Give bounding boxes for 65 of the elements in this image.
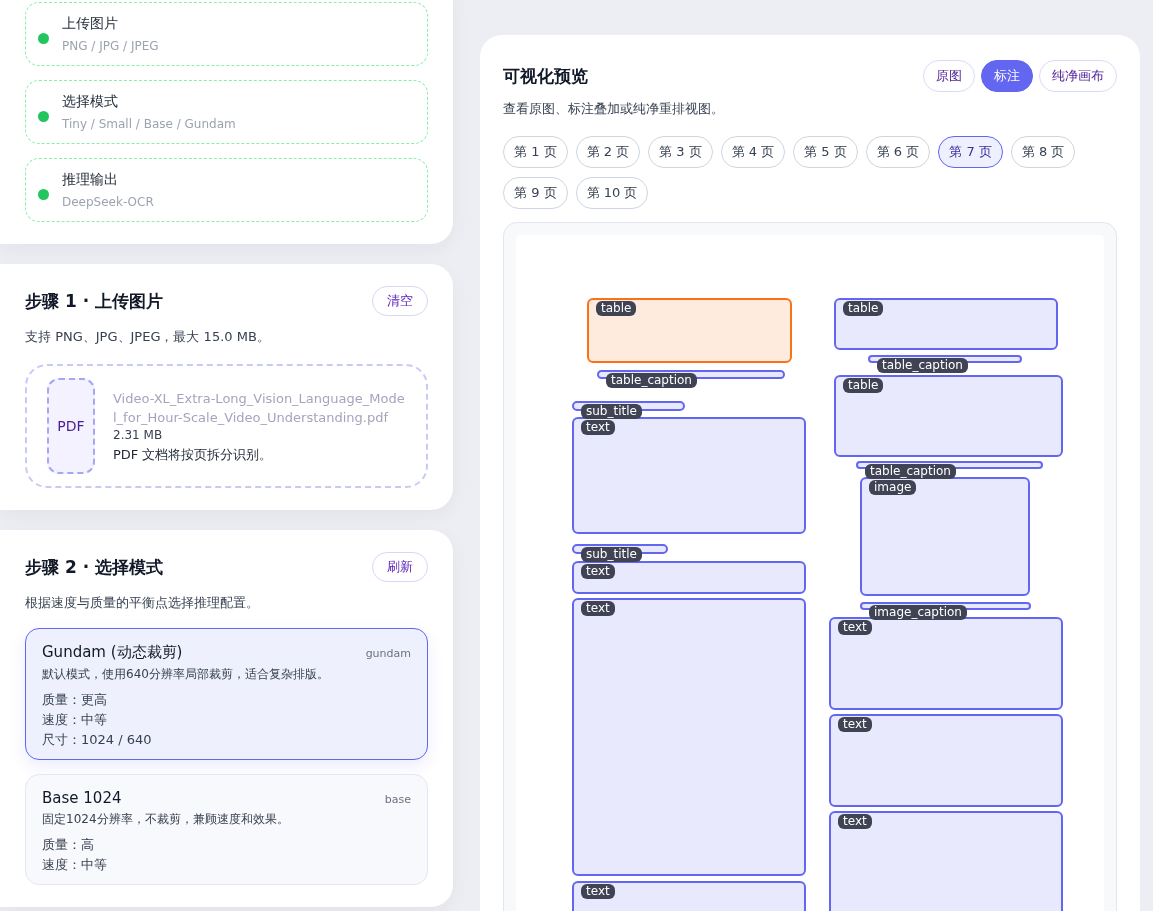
mode-option[interactable]: Base 1024 base 固定1024分辨率，不裁剪，兼顾速度和效果。 质量：高 速度：中等 (25, 774, 428, 885)
mode-spec: 质量：高 (42, 836, 95, 854)
mode-tag: base (384, 793, 411, 806)
mode-name: Base 1024 (42, 789, 122, 807)
status-dot-icon (38, 33, 49, 44)
annotation-label: table (843, 301, 884, 316)
section-description: 支持 PNG、JPG、JPEG，最大 15.0 MB。 (25, 328, 271, 346)
file-size: 2.31 MB (113, 426, 164, 443)
annotation-label: text (838, 717, 872, 732)
page-tab[interactable]: 第 2 页 (575, 136, 641, 168)
annotation-label: image_caption (869, 605, 967, 620)
status-dot-icon (38, 189, 49, 200)
annotation-label: text (581, 884, 615, 899)
annotation-label: text (838, 620, 872, 635)
mode-tag: gundam (365, 647, 411, 660)
page-tab[interactable]: 第 10 页 (575, 177, 649, 209)
annotation-label: table (843, 378, 884, 393)
refresh-button[interactable]: 刷新 (372, 552, 428, 582)
mode-spec: 速度：中等 (42, 711, 108, 729)
annotation-label: text (838, 814, 872, 829)
page-tab[interactable]: 第 4 页 (720, 136, 786, 168)
panel-title: 可视化预览 (503, 64, 588, 88)
mode-description: 默认模式，使用640分辨率局部裁剪，适合复杂排版。 (42, 666, 330, 683)
page-tab[interactable]: 第 9 页 (503, 177, 568, 209)
status-dot-icon (38, 111, 49, 122)
section-title: 步骤 2 · 选择模式 (25, 555, 164, 579)
annotation-label: table_caption (606, 373, 697, 388)
annotation-label: text (581, 564, 615, 579)
step-title: 选择模式 (62, 93, 119, 111)
step-subtitle: PNG / JPG / JPEG (62, 39, 160, 53)
mode-spec: 质量：更高 (42, 691, 108, 709)
file-name: Video-XL_Extra-Long_Vision_Language_Model_for_Hour-Scale_Video_Understanding.pdf (113, 389, 406, 427)
annotation-label: text (581, 601, 615, 616)
annotation-label: sub_title (581, 404, 642, 419)
annotation-label: table_caption (877, 358, 968, 373)
section-title: 步骤 1 · 上传图片 (25, 289, 164, 313)
page-tab[interactable]: 第 5 页 (793, 136, 858, 168)
annotation-label: sub_title (581, 547, 642, 562)
view-toggle[interactable]: 原图 (923, 60, 975, 92)
page-tab[interactable]: 第 3 页 (648, 136, 713, 168)
section-description: 根据速度与质量的平衡点选择推理配置。 (25, 594, 260, 612)
file-type-badge: PDF (47, 378, 95, 474)
step-subtitle: DeepSeek-OCR (62, 195, 155, 209)
view-toggle[interactable]: 标注 (981, 60, 1033, 92)
annotation-label: image (869, 480, 917, 495)
page-tab[interactable]: 第 6 页 (865, 136, 931, 168)
annotation-label: table (596, 301, 637, 316)
annotation-label: table_caption (865, 464, 956, 479)
step-title: 推理输出 (62, 171, 119, 189)
step-title: 上传图片 (62, 15, 119, 33)
mode-option[interactable]: Gundam (动态裁剪) gundam 默认模式，使用640分辨率局部裁剪，适合复杂排版。 质量：更高 速度：中等 尺寸：1024 / 640 (25, 628, 428, 760)
mode-name: Gundam (动态裁剪) (42, 643, 183, 662)
mode-spec: 尺寸：1024 / 640 (42, 731, 153, 749)
annotation-label: text (581, 420, 615, 435)
step-subtitle: Tiny / Small / Base / Gundam (62, 117, 237, 131)
mode-spec: 速度：中等 (42, 856, 108, 874)
clear-button[interactable]: 清空 (372, 286, 428, 316)
upload-hint: PDF 文档将按页拆分识别。 (113, 445, 274, 464)
panel-description: 查看原图、标注叠加或纯净重排视图。 (503, 100, 725, 118)
view-toggle[interactable]: 纯净画布 (1039, 60, 1117, 92)
mode-description: 固定1024分辨率，不裁剪，兼顾速度和效果。 (42, 811, 290, 828)
page-tab[interactable]: 第 7 页 (938, 136, 1003, 168)
page-tab[interactable]: 第 1 页 (503, 136, 568, 168)
upload-dropzone[interactable]: PDF Video-XL_Extra-Long_Vision_Language_Model_for_Hour-Scale_Video_Understanding.pdf 2.31 MB PDF 文档将按页拆分识别。 (25, 364, 428, 488)
page-tab[interactable]: 第 8 页 (1010, 136, 1076, 168)
